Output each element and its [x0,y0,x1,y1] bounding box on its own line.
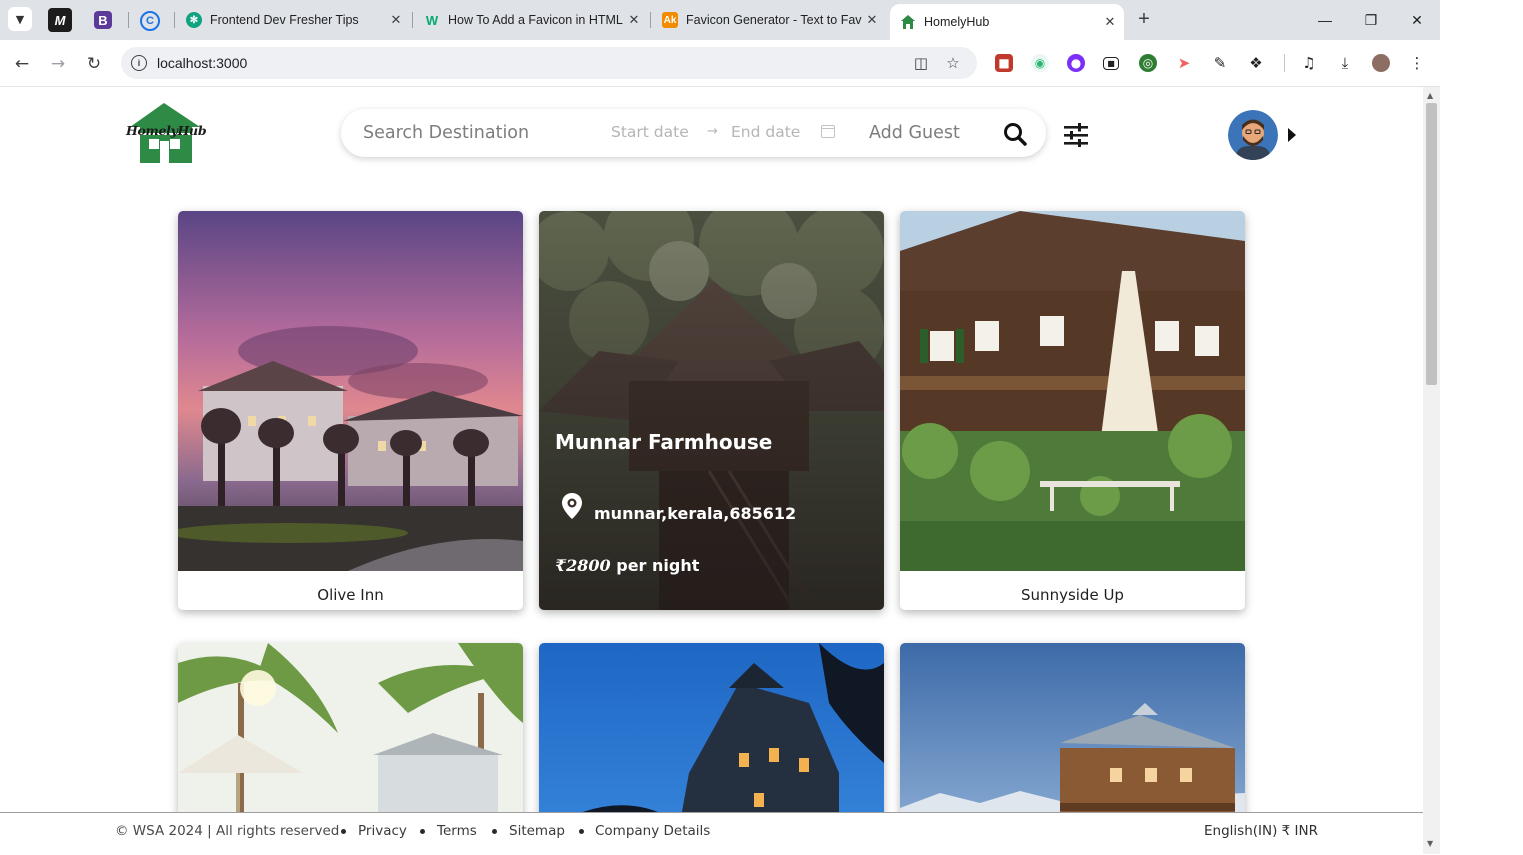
reload-icon[interactable]: ↻ [82,52,106,76]
install-app-icon[interactable]: ◫ [911,53,931,73]
extension-icon[interactable]: ◎ [1139,54,1157,72]
tab-favicon-generator[interactable]: Ak Favicon Generator - Text to Favi ✕ [652,6,886,34]
filter-sliders-icon [1064,123,1088,147]
listing-name: Munnar Farmhouse [555,430,773,454]
guest-input[interactable]: Add Guest [869,123,960,143]
tab-title: HomelyHub [924,15,990,29]
tab-divider [650,12,651,28]
calendar-icon[interactable] [821,125,835,138]
homelyhub-page: HomelyHub Search Destination Start date … [0,87,1423,854]
footer-bullet [420,829,425,834]
restore-icon[interactable]: ❐ [1351,8,1391,32]
extension-icon[interactable]: ➤ [1175,54,1193,72]
listing-card[interactable]: Olive Inn [178,211,523,610]
footer-bullet [579,829,584,834]
browser-toolbar: ← → ↻ i localhost:3000 ◫ ☆ ■ ◉ ● ■ ◎ ➤ ✎… [0,40,1440,87]
location-pin-icon [562,493,582,519]
forward-icon[interactable]: → [46,52,70,76]
footer-locale-selector[interactable]: English(IN) ₹ INR [1204,823,1318,839]
user-avatar[interactable] [1228,110,1278,160]
page-scrollbar[interactable]: ▲ ▼ [1423,87,1440,854]
listing-card-hovered[interactable]: Munnar Farmhouse munnar,kerala,685612 ₹2… [539,211,884,610]
profile-avatar-icon[interactable] [1372,54,1390,72]
listing-location: munnar,kerala,685612 [594,504,797,523]
minimize-icon[interactable]: — [1305,8,1345,32]
footer-link-sitemap[interactable]: Sitemap [509,823,565,839]
tab-divider [412,12,413,28]
eyedropper-icon[interactable]: ✎ [1211,54,1229,72]
listing-name: Sunnyside Up [1021,586,1124,604]
new-tab-icon[interactable]: + [1133,8,1155,30]
extension-icon[interactable]: ■ [995,54,1013,72]
user-avatar-icon [1228,110,1278,160]
footer-link-terms[interactable]: Terms [437,823,477,839]
footer-copyright: © WSA 2024 | All rights reserved [115,823,340,839]
filter-button[interactable] [1063,123,1089,147]
date-range-arrow-icon: → [707,124,718,139]
browser-tab-bar: ▼ M B C ✻ Frontend Dev Fresher Tips ✕ W … [0,0,1440,40]
tab-title: Favicon Generator - Text to Favi [686,13,862,27]
listing-image [178,211,523,571]
profile-dropdown-icon[interactable] [1288,128,1296,142]
listing-hover-overlay [539,211,884,610]
w3-icon: W [425,12,439,28]
tab-frontend-tips[interactable]: ✻ Frontend Dev Fresher Tips ✕ [176,6,410,34]
extension-icon[interactable]: ■ [1103,57,1119,70]
footer-bullet [492,829,497,834]
tab-title: How To Add a Favicon in HTML [448,13,623,27]
address-bar[interactable]: i localhost:3000 ◫ ☆ [121,47,977,79]
extensions-puzzle-icon[interactable]: ❖ [1247,54,1265,72]
scroll-down-icon[interactable]: ▼ [1427,839,1433,848]
listing-price-suffix: per night [616,556,700,575]
footer-link-company-details[interactable]: Company Details [595,823,710,839]
back-icon[interactable]: ← [10,52,34,76]
homelyhub-logo[interactable]: HomelyHub [126,103,207,165]
tab-search-button[interactable]: ▼ [8,7,32,31]
listing-price-amount: ₹2800 [555,556,611,575]
site-info-icon[interactable]: i [131,55,147,71]
close-icon[interactable]: ✕ [624,12,644,28]
footer-link-privacy[interactable]: Privacy [358,823,407,839]
footer-bullet [341,829,346,834]
start-date-input[interactable]: Start date [611,123,689,141]
pinned-tab-c[interactable]: C [140,11,160,31]
window-close-icon[interactable]: ✕ [1397,8,1437,32]
logo-text: HomelyHub [126,123,207,138]
chatgpt-icon: ✻ [186,12,202,28]
destination-input[interactable]: Search Destination [363,123,529,143]
listing-price: ₹2800 per night [555,556,699,575]
tab-title: Frontend Dev Fresher Tips [210,13,359,27]
tab-homelyhub[interactable]: HomelyHub ✕ [890,4,1124,40]
download-icon[interactable]: ⤓ [1336,54,1354,72]
search-bar: Search Destination Start date → End date… [341,109,1046,157]
pinned-tab-m[interactable]: M [48,8,72,32]
listing-card[interactable]: Sunnyside Up [900,211,1245,610]
scrollbar-thumb[interactable] [1426,103,1437,385]
media-controls-icon[interactable]: ♫ [1300,54,1318,72]
tab-divider [174,12,175,28]
end-date-input[interactable]: End date [731,123,800,141]
favicon-generator-icon: Ak [662,12,678,28]
home-icon [900,14,916,30]
listing-name: Olive Inn [317,586,384,604]
toolbar-divider [1284,54,1285,72]
close-icon[interactable]: ✕ [1100,14,1120,30]
extension-icon[interactable]: ● [1067,54,1085,72]
scroll-up-icon[interactable]: ▲ [1427,91,1433,100]
close-icon[interactable]: ✕ [386,12,406,28]
search-icon [1004,123,1027,146]
close-icon[interactable]: ✕ [862,12,882,28]
listing-image [900,211,1245,571]
search-button[interactable] [1001,121,1031,147]
tab-favicon-html[interactable]: W How To Add a Favicon in HTML ✕ [414,6,648,34]
pinned-tab-b[interactable]: B [94,11,112,29]
tab-divider [128,12,129,28]
bookmark-star-icon[interactable]: ☆ [943,53,963,73]
address-url[interactable]: localhost:3000 [157,55,247,71]
extension-icon[interactable]: ◉ [1031,54,1049,72]
site-footer: © WSA 2024 | All rights reserved Privacy… [0,812,1423,855]
kebab-menu-icon[interactable]: ⋮ [1408,54,1426,72]
